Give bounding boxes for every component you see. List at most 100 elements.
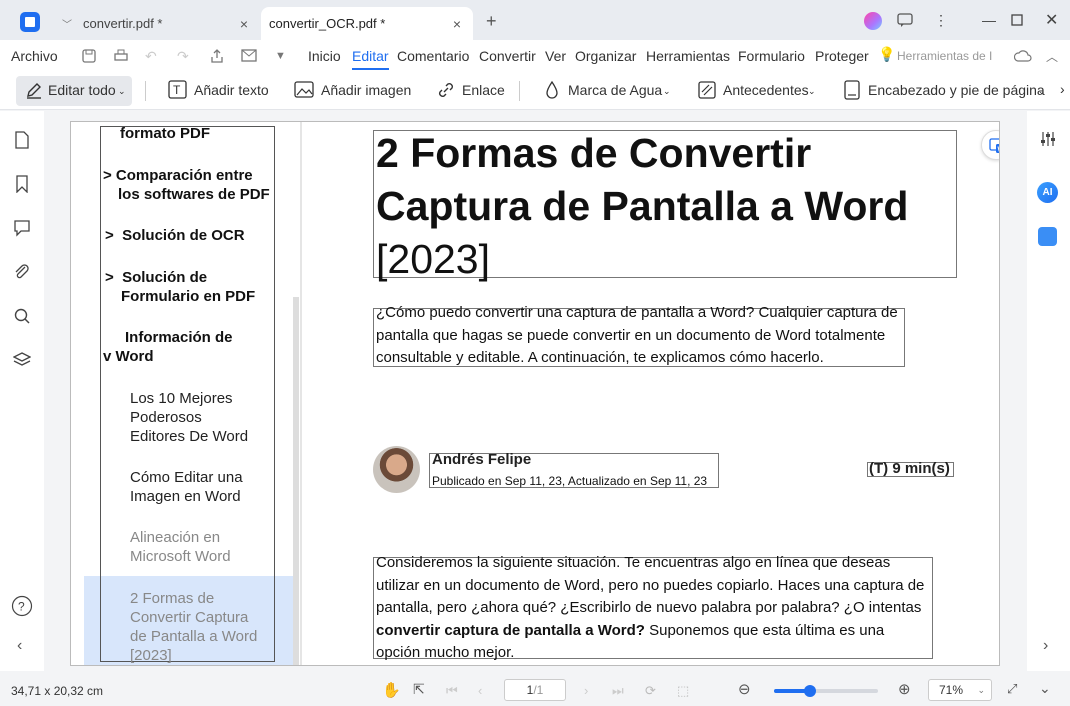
menu-herramientas[interactable]: Herramientas	[646, 48, 730, 64]
menu-ver[interactable]: Ver	[545, 48, 566, 64]
toc-item[interactable]: v Word	[103, 347, 154, 366]
menu-proteger[interactable]: Proteger	[815, 48, 869, 64]
mail-icon[interactable]	[241, 49, 257, 63]
add-image-button[interactable]: Añadir imagen	[321, 82, 411, 98]
link-button[interactable]: Enlace	[462, 82, 505, 98]
zoom-out-icon[interactable]: ⊖	[738, 680, 751, 698]
print-icon[interactable]	[113, 48, 129, 64]
zoom-slider-knob[interactable]	[804, 685, 817, 697]
tab-convertir-ocr[interactable]: convertir_OCR.pdf * ×	[261, 7, 473, 40]
toc-item[interactable]: > Comparación entre	[103, 166, 253, 185]
toc-subitem[interactable]: Los 10 Mejores Poderosos Editores De Wor…	[130, 389, 248, 446]
toc-subitem-line: de Pantalla a Word	[130, 628, 258, 645]
menu-convertir[interactable]: Convertir	[479, 48, 536, 64]
menu-archivo[interactable]: Archivo	[11, 48, 58, 64]
tools-search[interactable]: Herramientas de I	[897, 49, 997, 63]
toc-subitem-line: Los 10 Mejores	[130, 390, 233, 407]
new-tab-button[interactable]: +	[486, 11, 497, 32]
select-tool-icon[interactable]: ⇱	[413, 681, 425, 698]
ocr-word-button[interactable]: W	[981, 130, 999, 160]
help-icon[interactable]: ?	[11, 595, 33, 617]
hand-tool-icon[interactable]: ✋	[382, 681, 401, 699]
menu-formulario[interactable]: Formulario	[738, 48, 805, 64]
header-footer-icon[interactable]	[842, 80, 862, 100]
collapse-left-icon[interactable]: ‹	[17, 637, 22, 655]
page-dimensions: 34,71 x 20,32 cm	[11, 684, 104, 698]
toc-subitem-active[interactable]: 2 Formas de Convertir Captura de Pantall…	[130, 589, 257, 665]
page-thumbnails-icon[interactable]	[13, 131, 31, 149]
close-window-icon[interactable]: ✕	[1045, 10, 1058, 30]
toc-subitem[interactable]: Alineación en Microsoft Word	[130, 528, 231, 566]
toc-item[interactable]: > Solución de OCR	[105, 226, 245, 245]
message-icon[interactable]	[897, 13, 913, 27]
toc-subitem-line: 2 Formas de	[130, 590, 215, 607]
prev-page-icon[interactable]: ‹	[478, 683, 482, 698]
zoom-slider[interactable]	[774, 685, 878, 697]
menu-inicio[interactable]: Inicio	[308, 48, 341, 64]
zoom-in-icon[interactable]: ⊕	[898, 680, 911, 698]
menu-editar[interactable]: Editar	[352, 48, 389, 64]
attachment-icon[interactable]	[13, 263, 31, 281]
toc-item[interactable]: los softwares de PDF	[118, 185, 270, 204]
share-icon[interactable]	[209, 48, 225, 64]
toc-item[interactable]: Información de	[125, 328, 233, 347]
toc-item[interactable]: formato PDF	[120, 124, 210, 143]
more-icon[interactable]: ⋮	[934, 12, 948, 29]
link-icon[interactable]	[436, 80, 456, 100]
zoom-select[interactable]: 71% ⌄	[928, 679, 992, 701]
expand-right-icon[interactable]: ›	[1043, 637, 1048, 655]
body-line: pantalla, pero ¿ahora qué? ¿Escribirlo d…	[376, 599, 922, 616]
collapse-ribbon-icon[interactable]: ︿	[1046, 48, 1058, 65]
page-number-input[interactable]: 1/1	[504, 679, 566, 701]
comment-icon[interactable]	[13, 219, 31, 237]
save-icon[interactable]	[81, 48, 97, 64]
minimize-icon[interactable]: —	[982, 12, 996, 28]
add-text-icon[interactable]: T	[168, 80, 188, 100]
menu-comentario[interactable]: Comentario	[397, 48, 469, 64]
watermark-button[interactable]: Marca de Agua	[568, 82, 662, 98]
chevron-down-icon[interactable]: ﹀	[62, 16, 72, 31]
background-button[interactable]: Antecedentes	[723, 82, 809, 98]
tab-label: convertir_OCR.pdf *	[269, 16, 386, 31]
scroll-right-icon[interactable]: ›	[1060, 81, 1065, 97]
fit-page-icon[interactable]: ⬚	[677, 683, 689, 699]
menu-organizar[interactable]: Organizar	[575, 48, 636, 64]
more-options-icon[interactable]: ⌄	[1039, 680, 1051, 697]
background-icon[interactable]	[697, 80, 717, 100]
toc-scrollbar[interactable]	[293, 297, 299, 665]
chevron-down-icon[interactable]: ⌄	[663, 86, 671, 97]
add-text-button[interactable]: Añadir texto	[194, 82, 269, 98]
toc-item[interactable]: > Solución de	[105, 268, 207, 287]
chevron-down-icon[interactable]: ⌄	[118, 86, 126, 97]
chevron-down-icon[interactable]: ⌄	[808, 86, 816, 97]
body-line: Consideremos la siguiente situación. Te …	[376, 554, 891, 571]
active-menu-indicator	[352, 68, 389, 70]
redo-icon[interactable]: ↷	[177, 48, 189, 65]
search-icon[interactable]	[13, 307, 31, 325]
next-page-icon[interactable]: ›	[584, 683, 588, 698]
first-page-icon[interactable]: ⏮	[446, 683, 458, 699]
header-footer-button[interactable]: Encabezado y pie de página	[868, 82, 1045, 98]
maximize-icon[interactable]	[1011, 14, 1023, 26]
bookmark-icon[interactable]	[13, 175, 31, 193]
watermark-icon[interactable]	[542, 80, 562, 100]
dropdown-icon[interactable]: ▼	[275, 50, 286, 62]
add-image-icon[interactable]	[294, 80, 314, 100]
undo-icon[interactable]: ↶	[145, 48, 157, 65]
ai-assistant-icon[interactable]: AI	[1037, 182, 1058, 203]
toc-item[interactable]: Formulario en PDF	[121, 287, 255, 306]
body-text: Suponemos que esta última es una	[644, 621, 885, 639]
close-tab-icon[interactable]: ×	[240, 16, 248, 32]
cloud-upload-icon[interactable]	[1014, 48, 1032, 64]
last-page-icon[interactable]: ⏭	[612, 683, 624, 699]
settings-sliders-icon[interactable]	[1039, 130, 1057, 148]
chevron-down-icon[interactable]: ⌄	[1038, 86, 1046, 97]
rotate-icon[interactable]: ⟳	[645, 683, 656, 699]
toc-subitem[interactable]: Cómo Editar una Imagen en Word	[130, 468, 243, 506]
close-tab-icon[interactable]: ×	[453, 16, 461, 32]
avatar[interactable]	[864, 12, 882, 30]
tab-convertir[interactable]: ﹀ convertir.pdf * ×	[52, 7, 260, 40]
layers-icon[interactable]	[13, 351, 31, 369]
fullscreen-icon[interactable]: ⤢	[1007, 681, 1017, 697]
translate-icon[interactable]	[1038, 227, 1057, 246]
